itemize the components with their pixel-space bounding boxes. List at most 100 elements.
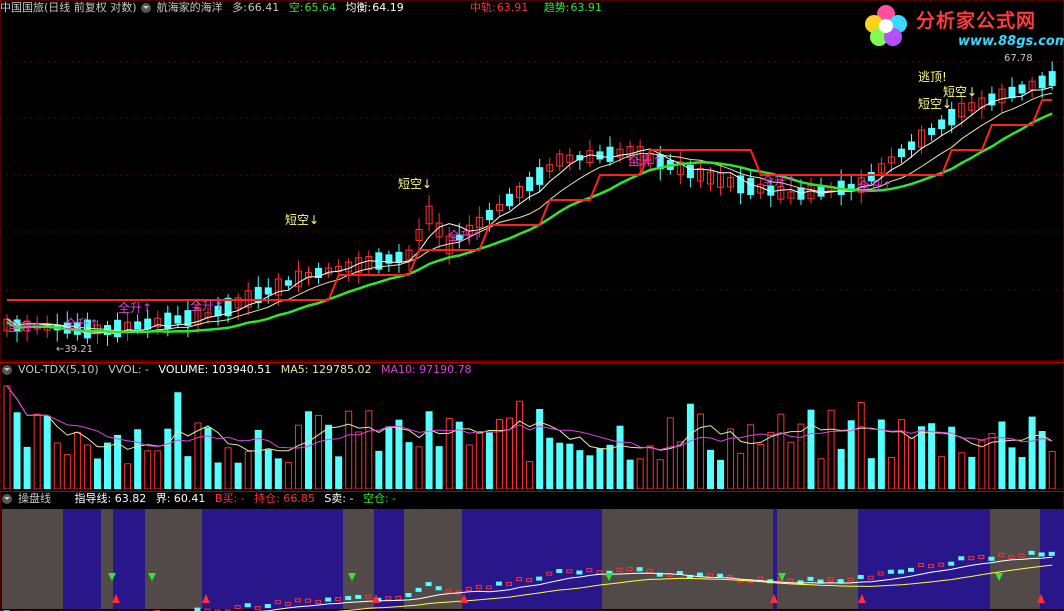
main-chart-panel[interactable]: 短空↓ 短空↓ 短空↓ 短空↓ 全升↑ 全升↑ 全升↑ 全升↑ 全升↑ 全升↑ 全升↑ 全升↑ 中国国… bbox=[0, 0, 1064, 361]
mini-candle bbox=[887, 569, 894, 574]
mini-candle bbox=[837, 579, 844, 584]
full-rise-note: 全升↑ bbox=[190, 298, 224, 313]
dropdown-icon[interactable] bbox=[140, 3, 151, 13]
position-zone bbox=[773, 509, 777, 609]
volume-header: VOL-TDX(5,10) VVOL: - VOLUME: 103940.51 … bbox=[0, 362, 478, 378]
balance-value: 64.19 bbox=[372, 1, 404, 14]
volume-bar bbox=[998, 421, 1006, 489]
mini-candle bbox=[988, 556, 995, 561]
mini-candle bbox=[696, 572, 703, 577]
volume-bar bbox=[355, 431, 363, 489]
candle-body bbox=[897, 148, 905, 158]
volume-bar bbox=[656, 459, 664, 489]
candle-body bbox=[606, 146, 614, 162]
candle-body bbox=[1038, 75, 1046, 89]
ma5-value: MA5: 129785.02 bbox=[280, 363, 372, 376]
candlestick-chart[interactable]: 短空↓短空↓短空↓短空↓全升↑ 全升↑全升↑ 全升↑全升↑全升↑全升↑ 全升↑ bbox=[0, 0, 1064, 361]
volume-bar bbox=[435, 446, 443, 489]
volume-bar bbox=[807, 409, 815, 489]
volume-bar bbox=[626, 459, 634, 489]
flower-logo-icon bbox=[865, 5, 907, 46]
full-rise-note: 全升↑ bbox=[118, 300, 152, 315]
full-rise-note: 全升↑ bbox=[628, 153, 662, 168]
volume-bar bbox=[375, 450, 383, 489]
short-sell-note: 短空↓ bbox=[918, 97, 952, 111]
main-header: 中国国旅(日线 前复权 对数) 航海家的海洋 多:66.41 空:65.64 均衡… bbox=[0, 0, 410, 16]
mini-candle bbox=[857, 574, 864, 579]
volume-bar bbox=[817, 458, 825, 489]
empty-value: 空仓: - bbox=[362, 492, 397, 505]
volume-indicator-name: VOL-TDX(5,10) bbox=[18, 363, 99, 376]
candle-body bbox=[686, 164, 694, 179]
volume-bar bbox=[646, 445, 654, 489]
operation-header: 操盘线 指导线: 63.82 界: 60.41 B买: - 持仓: 66.85 … bbox=[0, 491, 402, 507]
volume-bar bbox=[13, 412, 21, 489]
balance-label: 均衡: bbox=[345, 1, 372, 14]
price-high-label: 67.78 bbox=[1004, 53, 1033, 64]
volume-bar bbox=[365, 410, 373, 489]
volume-bar bbox=[43, 415, 51, 489]
ma10-value: MA10: 97190.78 bbox=[380, 363, 472, 376]
volume-bar bbox=[757, 443, 765, 489]
mini-candle bbox=[325, 597, 332, 602]
volume-bar bbox=[717, 459, 725, 489]
mid-label: 中轨: bbox=[470, 1, 496, 14]
volume-bar bbox=[395, 419, 403, 489]
hold-value: 持仓: 66.85 bbox=[254, 492, 315, 505]
volume-bar bbox=[465, 444, 473, 489]
vvol-value: VVOL: - bbox=[108, 363, 150, 376]
operation-chart[interactable] bbox=[0, 491, 1064, 611]
position-zone bbox=[990, 509, 1040, 609]
volume-bar bbox=[596, 448, 604, 489]
volume-bar bbox=[325, 424, 333, 489]
volume-bar bbox=[556, 442, 564, 489]
volume-bar bbox=[676, 441, 684, 489]
stock-title: 中国国旅(日线 前复权 对数) bbox=[0, 1, 137, 14]
volume-bar bbox=[606, 444, 614, 489]
volume-bar bbox=[415, 446, 423, 489]
volume-bar bbox=[33, 413, 41, 489]
sell-value: S卖: - bbox=[324, 492, 354, 505]
mini-candle bbox=[717, 573, 724, 578]
candle-body bbox=[144, 318, 152, 330]
volume-bar bbox=[93, 458, 101, 489]
long-value: 66.41 bbox=[247, 1, 280, 14]
operation-panel[interactable]: 操盘线 指导线: 63.82 界: 60.41 B买: - 持仓: 66.85 … bbox=[0, 491, 1064, 611]
candle-body bbox=[174, 315, 182, 324]
dropdown-icon[interactable] bbox=[2, 365, 12, 375]
candle-body bbox=[264, 287, 272, 295]
escape-top-note: 逃顶! bbox=[918, 70, 947, 84]
volume-bar bbox=[305, 411, 312, 489]
volume-bar bbox=[425, 411, 433, 489]
candle-body bbox=[395, 251, 403, 263]
full-rise-note: 全升↑ bbox=[8, 319, 42, 334]
price-low-label: ←39.21 bbox=[56, 344, 94, 355]
volume-bar bbox=[194, 422, 202, 489]
dropdown-icon[interactable] bbox=[2, 494, 12, 504]
mini-candle bbox=[435, 586, 442, 591]
volume-bar bbox=[1018, 457, 1026, 489]
volume-bar bbox=[707, 449, 714, 489]
mini-candle bbox=[415, 587, 422, 592]
mini-candle bbox=[1038, 552, 1045, 557]
position-zone bbox=[1040, 509, 1064, 609]
volume-bar bbox=[867, 458, 875, 489]
op-indicator-name: 操盘线 bbox=[18, 492, 51, 505]
volume-bar bbox=[958, 452, 966, 489]
volume-bar bbox=[887, 456, 895, 489]
position-zone bbox=[113, 509, 145, 609]
volume-bar bbox=[53, 442, 61, 489]
mini-candle bbox=[355, 594, 362, 599]
volume-bar bbox=[315, 414, 323, 489]
volume-chart[interactable] bbox=[0, 362, 1064, 489]
candle-body bbox=[847, 183, 855, 189]
volume-bar bbox=[696, 413, 704, 489]
volume-bar bbox=[787, 441, 795, 489]
volume-bar bbox=[475, 432, 483, 489]
volume-panel[interactable]: VOL-TDX(5,10) VVOL: - VOLUME: 103940.51 … bbox=[0, 362, 1064, 489]
volume-bar bbox=[616, 425, 624, 489]
candle-body bbox=[908, 141, 915, 151]
volume-bar bbox=[385, 426, 393, 489]
trend-value: 63.91 bbox=[570, 1, 602, 14]
mini-candle bbox=[244, 603, 251, 608]
